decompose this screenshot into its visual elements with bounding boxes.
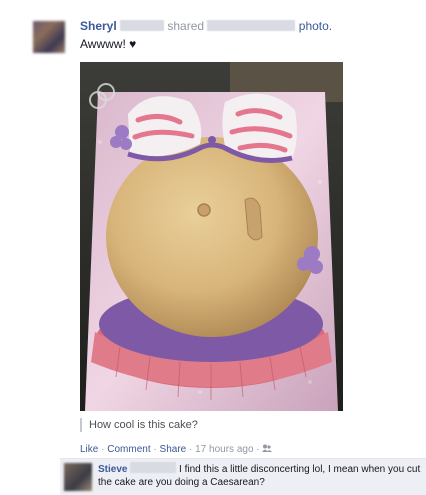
people-icon[interactable] [262,444,273,456]
comment-item: Stieve I find this a little disconcertin… [98,462,422,489]
redacted-source-name [207,20,296,31]
share-link[interactable]: Share [160,444,187,455]
commenter-name-link[interactable]: Stieve [98,464,127,475]
separator: · [153,444,157,455]
redacted-commenter-surname [130,462,177,473]
like-link[interactable]: Like [80,444,98,455]
separator: · [101,444,105,455]
comment-link[interactable]: Comment [107,444,150,455]
story-headline: Sheryl shared photo. [80,19,410,34]
separator: · [189,444,193,455]
shared-verb: shared [167,19,205,33]
redacted-surname [120,20,165,31]
story-actions: Like · Comment · Share · 17 hours ago · [80,444,273,456]
shared-photo[interactable] [80,62,343,411]
news-feed-story: Sheryl shared photo. Awwww! ♥ How cool i… [0,0,426,495]
cake-photo-image [80,62,343,411]
timestamp-link[interactable]: 17 hours ago [195,444,253,455]
photo-link[interactable]: photo. [299,19,332,33]
author-name-link[interactable]: Sheryl [80,19,117,33]
story-header: Sheryl shared photo. Awwww! ♥ [80,19,410,51]
separator: · [256,444,260,455]
post-message: Awwww! ♥ [80,37,137,51]
commenter-avatar[interactable] [64,463,92,491]
photo-caption: How cool is this cake? [80,418,198,432]
author-avatar[interactable] [33,21,65,53]
comment-list: Stieve I find this a little disconcertin… [60,458,426,495]
